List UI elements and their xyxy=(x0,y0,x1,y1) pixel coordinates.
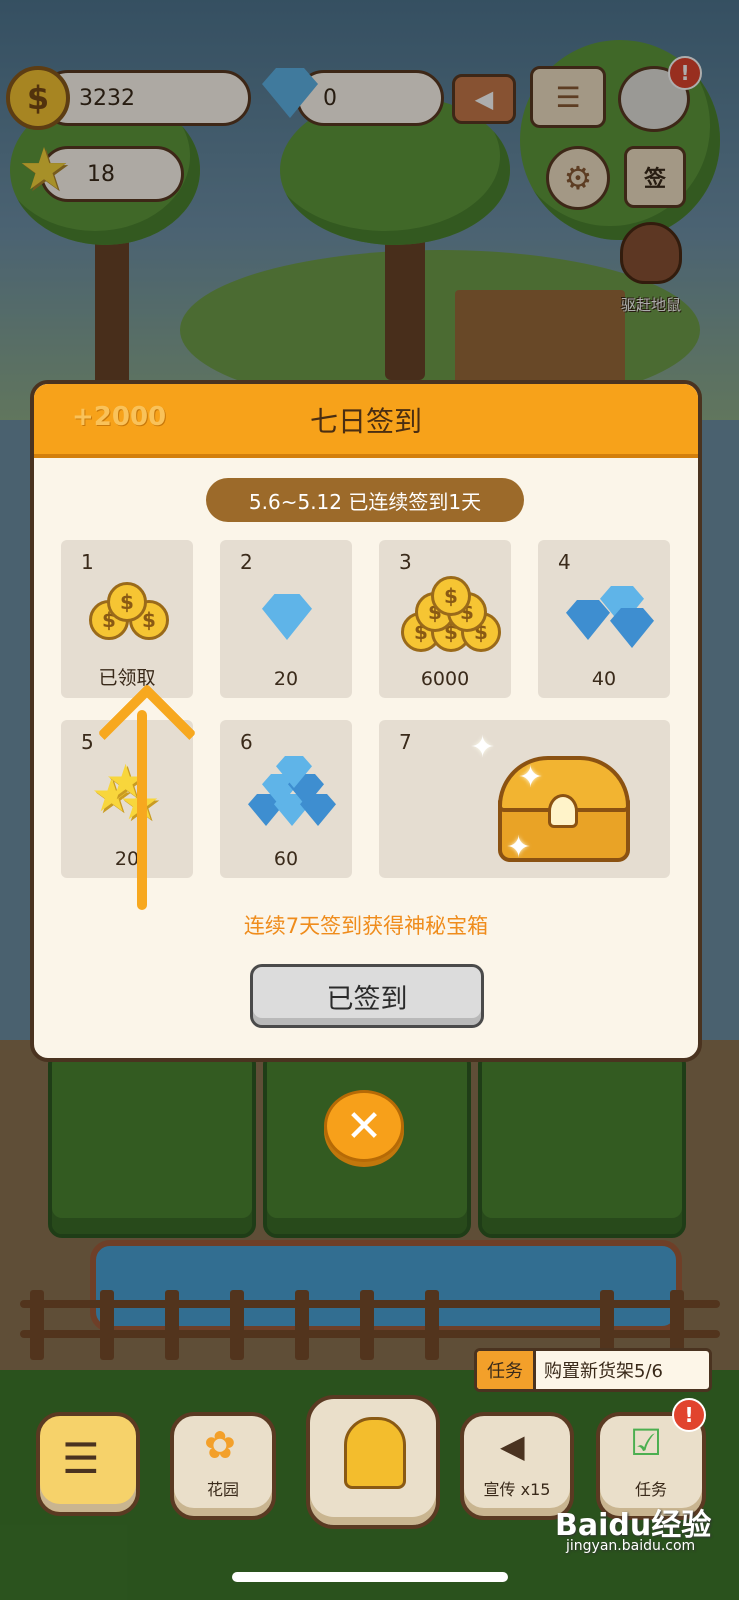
list-icon: ☰ xyxy=(62,1434,100,1483)
day-number: 6 xyxy=(240,730,253,754)
megaphone-icon: ◀ xyxy=(500,1427,525,1465)
day-value: 40 xyxy=(591,668,617,690)
day-number: 2 xyxy=(240,550,253,574)
day-value: 6000 xyxy=(420,668,470,690)
day-1-cell[interactable]: 1 $ $ $ 已领取 xyxy=(61,540,193,698)
close-icon: ✕ xyxy=(345,1100,383,1152)
signed-in-button[interactable]: 已签到 xyxy=(250,964,484,1028)
bell-icon xyxy=(344,1417,406,1489)
menu-button[interactable]: ☰ xyxy=(36,1412,140,1516)
day-4-cell[interactable]: 4 40 xyxy=(538,540,670,698)
day-value: 60 xyxy=(273,848,299,870)
alert-badge: ! xyxy=(672,1398,706,1432)
tasks-label: 任务 xyxy=(634,1480,667,1499)
bell-button[interactable] xyxy=(306,1395,440,1529)
day-number: 7 xyxy=(399,730,412,754)
day-6-cell[interactable]: 6 60 xyxy=(220,720,352,878)
sparkle-icon: ✦ xyxy=(506,830,532,865)
day-3-cell[interactable]: 3 $ $ $ $ $ $ 6000 xyxy=(379,540,511,698)
day-2-cell[interactable]: 2 20 xyxy=(220,540,352,698)
watermark-url: jingyan.baidu.com xyxy=(566,1538,696,1554)
dialog-header: +2000 七日签到 xyxy=(34,384,698,458)
day-number: 4 xyxy=(558,550,571,574)
day-number: 3 xyxy=(399,550,412,574)
day-value: 20 xyxy=(273,668,299,690)
flower-icon: ✿ xyxy=(204,1423,236,1467)
task-progress-bar[interactable]: 任务 购置新货架5/6 xyxy=(474,1348,712,1392)
dialog-title: 七日签到 xyxy=(309,405,422,438)
day-number: 1 xyxy=(81,550,94,574)
day-value: 20 xyxy=(114,848,140,870)
home-indicator[interactable] xyxy=(232,1572,508,1582)
close-button[interactable]: ✕ xyxy=(324,1090,404,1162)
date-range-pill: 5.6~5.12 已连续签到1天 xyxy=(206,478,524,522)
day-value: 已领取 xyxy=(98,667,156,689)
garden-label: 花园 xyxy=(206,1480,239,1499)
day-number: 5 xyxy=(81,730,94,754)
task-text: 购置新货架5/6 xyxy=(544,1361,663,1382)
checkbox-icon: ☑ xyxy=(630,1423,663,1464)
sparkle-icon: ✦ xyxy=(470,730,496,765)
promote-label: 宣传 x15 xyxy=(483,1480,551,1499)
sparkle-icon: ✦ xyxy=(518,760,544,795)
garden-button[interactable]: ✿ 花园 xyxy=(170,1412,276,1520)
task-tag: 任务 xyxy=(477,1351,536,1389)
promo-text: 连续7天签到获得神秘宝箱 xyxy=(243,914,489,938)
